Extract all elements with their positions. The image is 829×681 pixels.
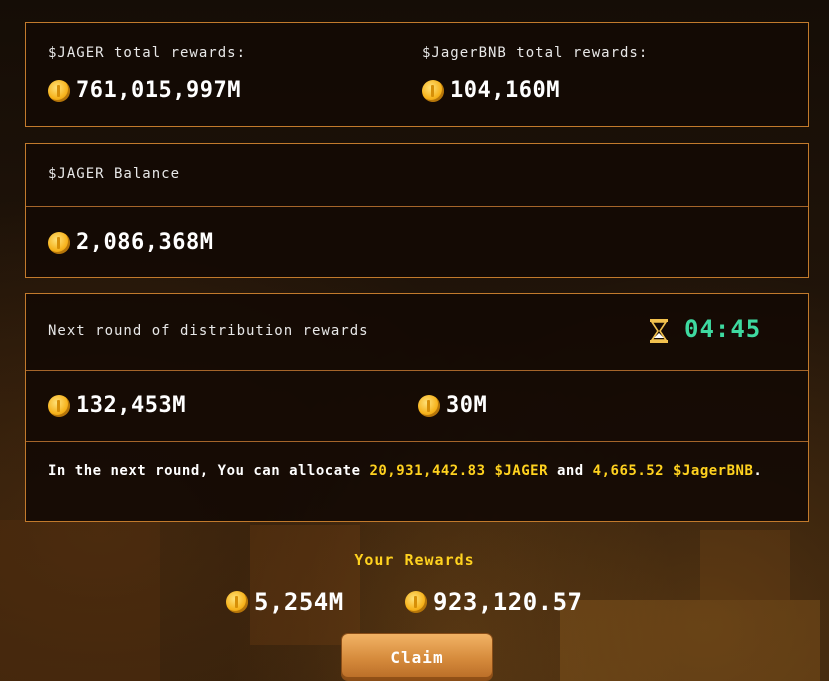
- jagerbnb-total-rewards-value: 104,160M: [422, 78, 560, 103]
- total-rewards-panel: $JAGER total rewards: 761,015,997M $Jage…: [25, 22, 809, 127]
- coin-icon: [418, 394, 440, 417]
- next-round-jager-amount: 132,453M: [76, 393, 186, 418]
- divider: [26, 206, 808, 207]
- jager-total-rewards-amount: 761,015,997M: [76, 78, 241, 103]
- next-round-jagerbnb-value: 30M: [418, 393, 487, 418]
- your-rewards-jager-amount: 5,254M: [254, 588, 344, 616]
- jager-total-rewards-label: $JAGER total rewards:: [48, 45, 247, 61]
- jager-total-rewards-value: 761,015,997M: [48, 78, 241, 103]
- next-round-jager-value: 132,453M: [48, 393, 186, 418]
- coin-icon: [48, 79, 70, 102]
- allocation-message: In the next round, You can allocate 20,9…: [48, 463, 788, 480]
- allocation-jagerbnb-amount: 4,665.52 $JagerBNB: [592, 463, 754, 479]
- coin-icon: [405, 591, 427, 613]
- jagerbnb-total-rewards-amount: 104,160M: [450, 78, 560, 103]
- your-rewards-jagerbnb-amount: 923,120.57: [433, 588, 583, 616]
- claim-button[interactable]: Claim: [342, 634, 492, 680]
- next-round-panel: Next round of distribution rewards 04:45…: [25, 293, 809, 522]
- your-rewards-jager-value: 5,254M: [226, 588, 344, 616]
- jagerbnb-total-rewards-label: $JagerBNB total rewards:: [422, 45, 649, 61]
- your-rewards-title: Your Rewards: [354, 551, 475, 569]
- allocation-middle: and: [548, 463, 593, 479]
- divider: [26, 370, 808, 371]
- next-round-label: Next round of distribution rewards: [48, 323, 369, 339]
- coin-icon: [226, 591, 248, 613]
- balance-value: 2,086,368M: [48, 230, 213, 255]
- countdown-timer: 04:45: [684, 315, 762, 343]
- balance-panel: $JAGER Balance 2,086,368M: [25, 143, 809, 278]
- allocation-row: In the next round, You can allocate 20,9…: [26, 441, 808, 521]
- hourglass-icon: [650, 319, 668, 343]
- coin-icon: [48, 231, 70, 254]
- next-round-jagerbnb-amount: 30M: [446, 393, 488, 418]
- allocation-suffix: .: [753, 463, 763, 479]
- balance-amount: 2,086,368M: [76, 230, 214, 255]
- balance-label: $JAGER Balance: [48, 166, 181, 182]
- allocation-jager-amount: 20,931,442.83 $JAGER: [369, 463, 549, 479]
- allocation-prefix: In the next round, You can allocate: [48, 463, 370, 479]
- coin-icon: [422, 79, 444, 102]
- coin-icon: [48, 394, 70, 417]
- your-rewards-jagerbnb-value: 923,120.57: [405, 588, 583, 616]
